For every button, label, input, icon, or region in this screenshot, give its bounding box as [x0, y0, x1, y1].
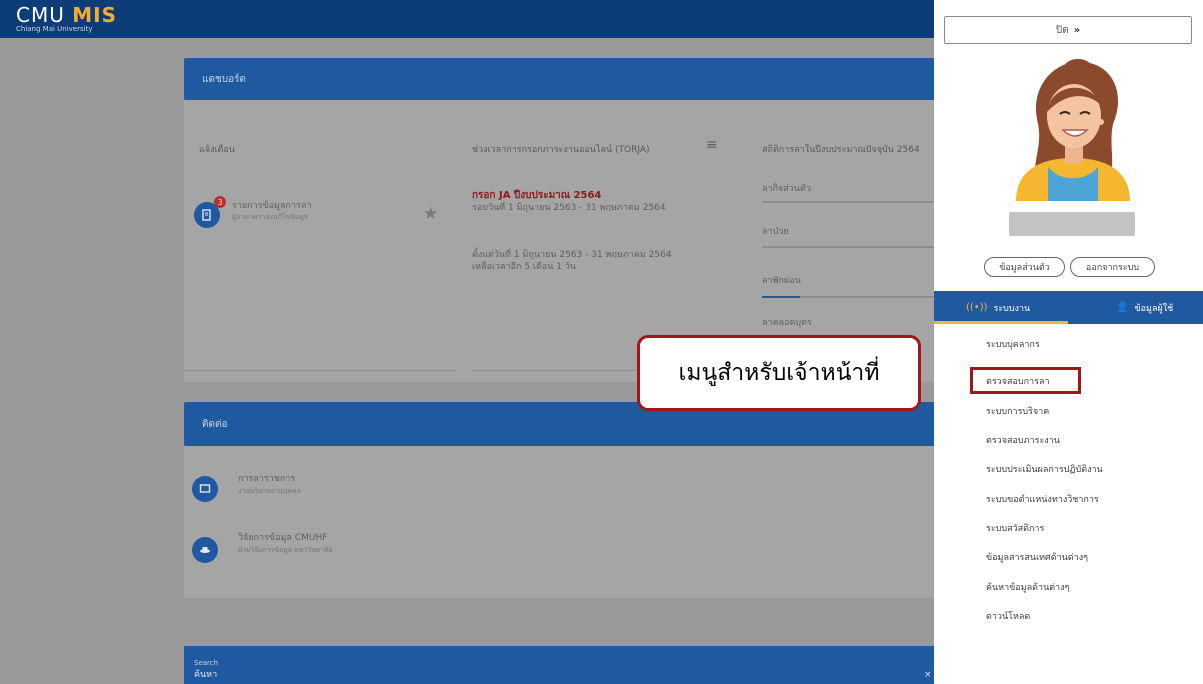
sidebar-tab-bar: ((•)) ระบบงาน 👤 ข้อมูลผู้ใช้: [934, 291, 1203, 324]
contact-item-icon[interactable]: [192, 537, 218, 563]
menu-hamburger-icon[interactable]: ≡: [706, 137, 718, 153]
active-tab-indicator: [934, 321, 1068, 324]
top-bar: CMU MIS Chiang Mai University: [0, 0, 934, 38]
logo-mis-text: MIS: [72, 3, 117, 27]
menu-item-download[interactable]: ดาวน์โหลด: [986, 609, 1030, 623]
contact-item-subtitle: งานบริหารงานบุคคล: [238, 487, 301, 495]
notify-column-title: แจ้งเตือน: [199, 145, 235, 155]
monitor-icon: [199, 484, 211, 493]
torja-highlight-text: กรอก JA ปีงบประมาณ 2564: [472, 190, 602, 201]
leave-item-personal: ลากิจส่วนตัว: [762, 184, 811, 194]
bottom-search-label: Search: [194, 659, 219, 667]
torja-round-text: รอบวันที่ 1 มิถุนายน 2563 - 31 พฤษภาคม 2…: [472, 203, 666, 213]
column-divider: [184, 370, 456, 371]
tab-user-info[interactable]: 👤 ข้อมูลผู้ใช้: [1116, 291, 1173, 324]
user-avatar[interactable]: [1008, 54, 1138, 201]
contact-panel: [184, 446, 934, 598]
profile-button[interactable]: ข้อมูลส่วนตัว: [984, 257, 1065, 277]
annotation-highlight-box: [970, 367, 1081, 394]
leave-item-vacation: ลาพักผ่อน: [762, 276, 801, 286]
contact-item-icon[interactable]: [192, 476, 218, 502]
leave-item-maternity: ลาคลอดบุตร: [762, 318, 812, 328]
contact-item-title[interactable]: วิจัยการข้อมูล CMUHF: [238, 533, 327, 545]
torja-remaining-text: เหลือเวลาอีก 5 เดือน 1 วัน: [472, 262, 577, 272]
broadcast-icon: ((•)): [966, 302, 988, 313]
contact-item-title[interactable]: การลาราชการ: [238, 474, 295, 486]
menu-item-search[interactable]: ค้นหาข้อมูลด้านต่างๆ: [986, 580, 1069, 594]
favorite-star-icon[interactable]: ★: [423, 204, 438, 224]
menu-item-personnel[interactable]: ระบบบุคลากร: [986, 337, 1040, 351]
close-sidebar-label: ปิด: [1055, 24, 1069, 36]
menu-item-academic-position[interactable]: ระบบขอตำแหน่งทางวิชาการ: [986, 492, 1099, 506]
torja-column-title: ช่วงเวลาการกรอกภาระงานออนไลน์ (TORJA): [472, 145, 650, 155]
leave-progress-sick: [762, 246, 934, 248]
bottom-search-text[interactable]: ค้นหา: [194, 670, 217, 682]
edit-doc-icon: [202, 209, 211, 221]
notify-item-subtitle: ผู้ลาคาดว่าจะแก้ไขข้อมูล: [232, 213, 309, 221]
leave-progress-vacation-fill: [762, 296, 800, 298]
menu-item-information[interactable]: ข้อมูลสารสนเทศด้านต่างๆ: [986, 550, 1088, 564]
menu-item-performance-evaluation[interactable]: ระบบประเมินผลการปฏิบัติงาน: [986, 462, 1103, 476]
notify-badge: 3: [214, 196, 226, 208]
logo-subtitle: Chiang Mai University: [16, 25, 93, 33]
torja-period-text: ตั้งแต่วันที่ 1 มิถุนายน 2563 - 31 พฤษภา…: [472, 250, 672, 260]
dashboard-header: แดชบอร์ด: [184, 58, 934, 100]
annotation-callout: เมนูสำหรับเจ้าหน้าที่: [637, 335, 921, 411]
leave-stats-title: สถิติการลาในปีงบประมาณปัจจุบัน 2564: [762, 145, 920, 155]
user-name-placeholder: [1009, 212, 1135, 236]
menu-item-donation[interactable]: ระบบการบริจาค: [986, 404, 1049, 418]
leave-progress-personal: [762, 201, 934, 203]
leave-item-sick: ลาป่วย: [762, 227, 789, 237]
annotation-callout-text: เมนูสำหรับเจ้าหน้าที่: [678, 360, 880, 386]
close-icon[interactable]: ×: [924, 670, 932, 680]
logo-cmu-text: CMU: [16, 3, 65, 27]
hat-icon: [200, 547, 210, 553]
tab-user-info-label: ข้อมูลผู้ใช้: [1134, 303, 1174, 314]
user-icon: 👤: [1116, 302, 1129, 313]
bottom-search-bar: Search ค้นหา ×: [184, 646, 934, 684]
logout-button[interactable]: ออกจากระบบ: [1070, 257, 1155, 277]
user-sidebar: ปิด » ข้อมูลส่วนตัว ออกจากระบบ ((•)) ระบ…: [934, 0, 1203, 684]
dashboard-title: แดชบอร์ด: [202, 73, 246, 85]
close-sidebar-button[interactable]: ปิด »: [944, 16, 1192, 44]
tab-systems-label: ระบบงาน: [993, 303, 1031, 314]
cmu-mis-logo[interactable]: CMU MIS Chiang Mai University: [16, 5, 117, 33]
contact-item-subtitle: ฝ่ายวิจัยการข้อมูล มหาวิทยาลัย: [238, 546, 333, 554]
contact-title: ติดต่อ: [202, 418, 228, 430]
double-chevron-right-icon: »: [1073, 24, 1081, 36]
tab-systems[interactable]: ((•)) ระบบงาน: [966, 291, 1030, 324]
notify-item-title[interactable]: รายการข้อมูลการลา: [232, 201, 311, 213]
menu-item-welfare[interactable]: ระบบสวัสดิการ: [986, 521, 1044, 535]
menu-item-workload-check[interactable]: ตรวจสอบภาระงาน: [986, 433, 1060, 447]
